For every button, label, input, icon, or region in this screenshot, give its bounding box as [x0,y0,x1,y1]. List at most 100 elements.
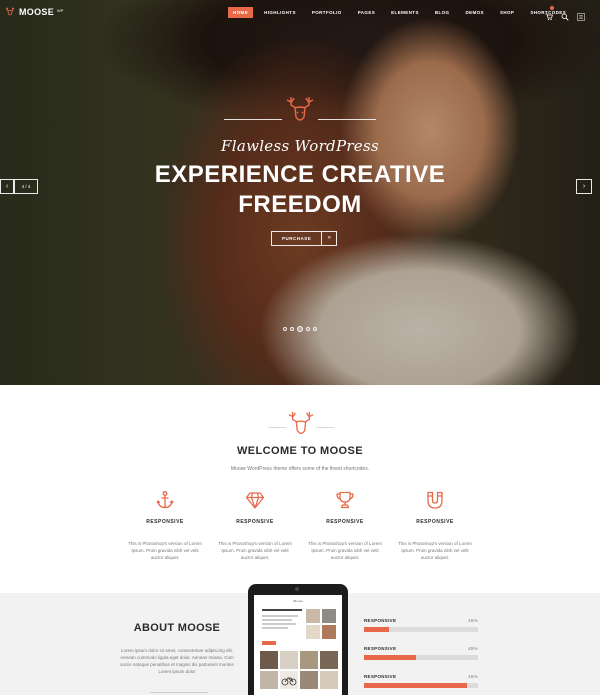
feature-text: This is Photoshop's version of Lorem Ips… [128,541,202,560]
skill-row: RESPONSIVE 45% [364,674,478,688]
skill-track [364,655,478,660]
tablet-mockup: Moose [248,584,348,695]
tablet-screen-image [306,609,320,623]
skills-progress: RESPONSIVE 45% RESPONSIVE 45% RESPONSIVE 45% [364,618,478,695]
feature-title: RESPONSIVE [236,519,274,525]
moose-logo-icon [5,7,15,16]
tablet-screen-heading [262,609,302,611]
feature-title: RESPONSIVE [416,519,454,525]
slider-dot[interactable] [290,327,294,331]
slider-next-button[interactable]: › [576,179,592,194]
cart-badge [550,6,554,10]
tablet-screen-button [262,641,276,645]
feature-text: This is Photoshop's version of Lorem Ips… [218,541,292,560]
tablet-screen-image [322,625,336,639]
hero-divider-left [224,119,282,120]
logo-sup: WP [57,7,64,13]
nav-icons [545,6,585,26]
slider-dot[interactable] [297,326,303,332]
features-row: RESPONSIVE This is Photoshop's version o… [120,490,480,561]
purchase-button[interactable]: PURCHASE » [271,231,338,246]
feature-item: RESPONSIVE This is Photoshop's version o… [120,490,210,561]
moose-emblem-icon [288,411,314,434]
feature-title: RESPONSIVE [326,519,364,525]
anchor-icon [156,491,174,509]
skill-track [364,627,478,632]
skill-label: RESPONSIVE [364,646,397,651]
feature-item: RESPONSIVE This is Photoshop's version o… [300,490,390,561]
nav-item-blog[interactable]: BLOG [430,7,455,18]
slider-dot[interactable] [306,327,310,331]
skill-header: RESPONSIVE 45% [364,618,478,626]
hero-title-line-1: EXPERIENCE CREATIVE [154,161,446,188]
skill-label: RESPONSIVE [364,674,397,679]
tablet-screen-line [262,619,292,621]
search-icon[interactable] [561,13,569,21]
logo-text: MOOSE [19,7,55,17]
skill-track [364,683,478,688]
bicycle-icon [281,677,297,686]
skill-value: 45% [468,674,478,679]
skill-value: 45% [468,618,478,623]
nav-item-home[interactable]: HOME [228,7,254,18]
tablet-screen-line [262,615,298,617]
skill-label: RESPONSIVE [364,618,397,623]
nav-item-elements[interactable]: ELEMENTS [386,7,424,18]
about-text: Lorem ipsum dolor sit amet, consectetuer… [120,648,234,674]
nav-item-portfolio[interactable]: PORTFOLIO [307,7,347,18]
feature-item: RESPONSIVE This is Photoshop's version o… [390,490,480,561]
tablet-screen-line [262,623,296,625]
nav-item-pages[interactable]: PAGES [353,7,380,18]
magnet-icon [427,491,443,509]
header-nav: MOOSE WP HOME HIGHLIGHTS PORTFOLIO PAGES ELE… [0,0,600,26]
logo[interactable]: MOOSE WP [4,6,63,18]
welcome-divider-left [268,427,286,428]
purchase-button-label: PURCHASE [272,232,323,245]
cart-icon [545,13,554,21]
tablet-screen-image [300,671,318,689]
welcome-title: WELCOME TO MOOSE [237,445,363,457]
tablet-screen-image [260,671,278,689]
slider-dot[interactable] [283,327,287,331]
feature-title: RESPONSIVE [146,519,184,525]
main-menu: HOME HIGHLIGHTS PORTFOLIO PAGES ELEMENTS BLOG… [228,7,577,18]
skill-header: RESPONSIVE 45% [364,646,478,654]
skill-fill [364,683,467,688]
tablet-camera [295,587,299,591]
diamond-icon [245,492,265,509]
about-divider [150,692,208,693]
feature-text: This is Photoshop's version of Lorem Ips… [308,541,382,560]
tablet-screen-image [320,651,338,669]
welcome-subtitle: Moose WordPress theme offers some of the… [230,466,370,472]
hero-script-title: Flawless WordPress [221,137,379,155]
feature-item: RESPONSIVE This is Photoshop's version o… [210,490,300,561]
slider-dot[interactable] [313,327,317,331]
purchase-arrow-icon: » [327,235,331,241]
tablet-screen-image [320,671,338,689]
tablet-screen-line [262,627,288,629]
hero-divider-right [318,119,376,120]
tablet-screen-image [300,651,318,669]
feature-text: This is Photoshop's version of Lorem Ips… [398,541,472,560]
nav-item-demos[interactable]: DEMOS [460,7,489,18]
about-title: ABOUT MOOSE [133,622,221,634]
skill-fill [364,627,390,632]
slider-prev-button[interactable]: ‹ [0,179,14,194]
nav-item-highlights[interactable]: HIGHLIGHTS [259,7,301,18]
slider-pagination [283,326,317,332]
tablet-screen-image [260,651,278,669]
skill-value: 45% [468,646,478,651]
tablet-screen-image [322,609,336,623]
skill-header: RESPONSIVE 45% [364,674,478,682]
nav-item-shop[interactable]: SHOP [495,7,519,18]
hero-title: EXPERIENCE CREATIVE FREEDOM [0,160,600,220]
tablet-screen-image [306,625,320,639]
trophy-icon [336,491,354,509]
cart-button[interactable] [545,6,554,26]
menu-icon[interactable] [577,13,585,21]
skill-fill [364,655,417,660]
slide-counter: 4 / 4 [14,179,38,194]
skill-row: RESPONSIVE 45% [364,646,478,660]
hero-title-line-2: FREEDOM [238,191,362,218]
tablet-screen: Moose [254,595,342,695]
